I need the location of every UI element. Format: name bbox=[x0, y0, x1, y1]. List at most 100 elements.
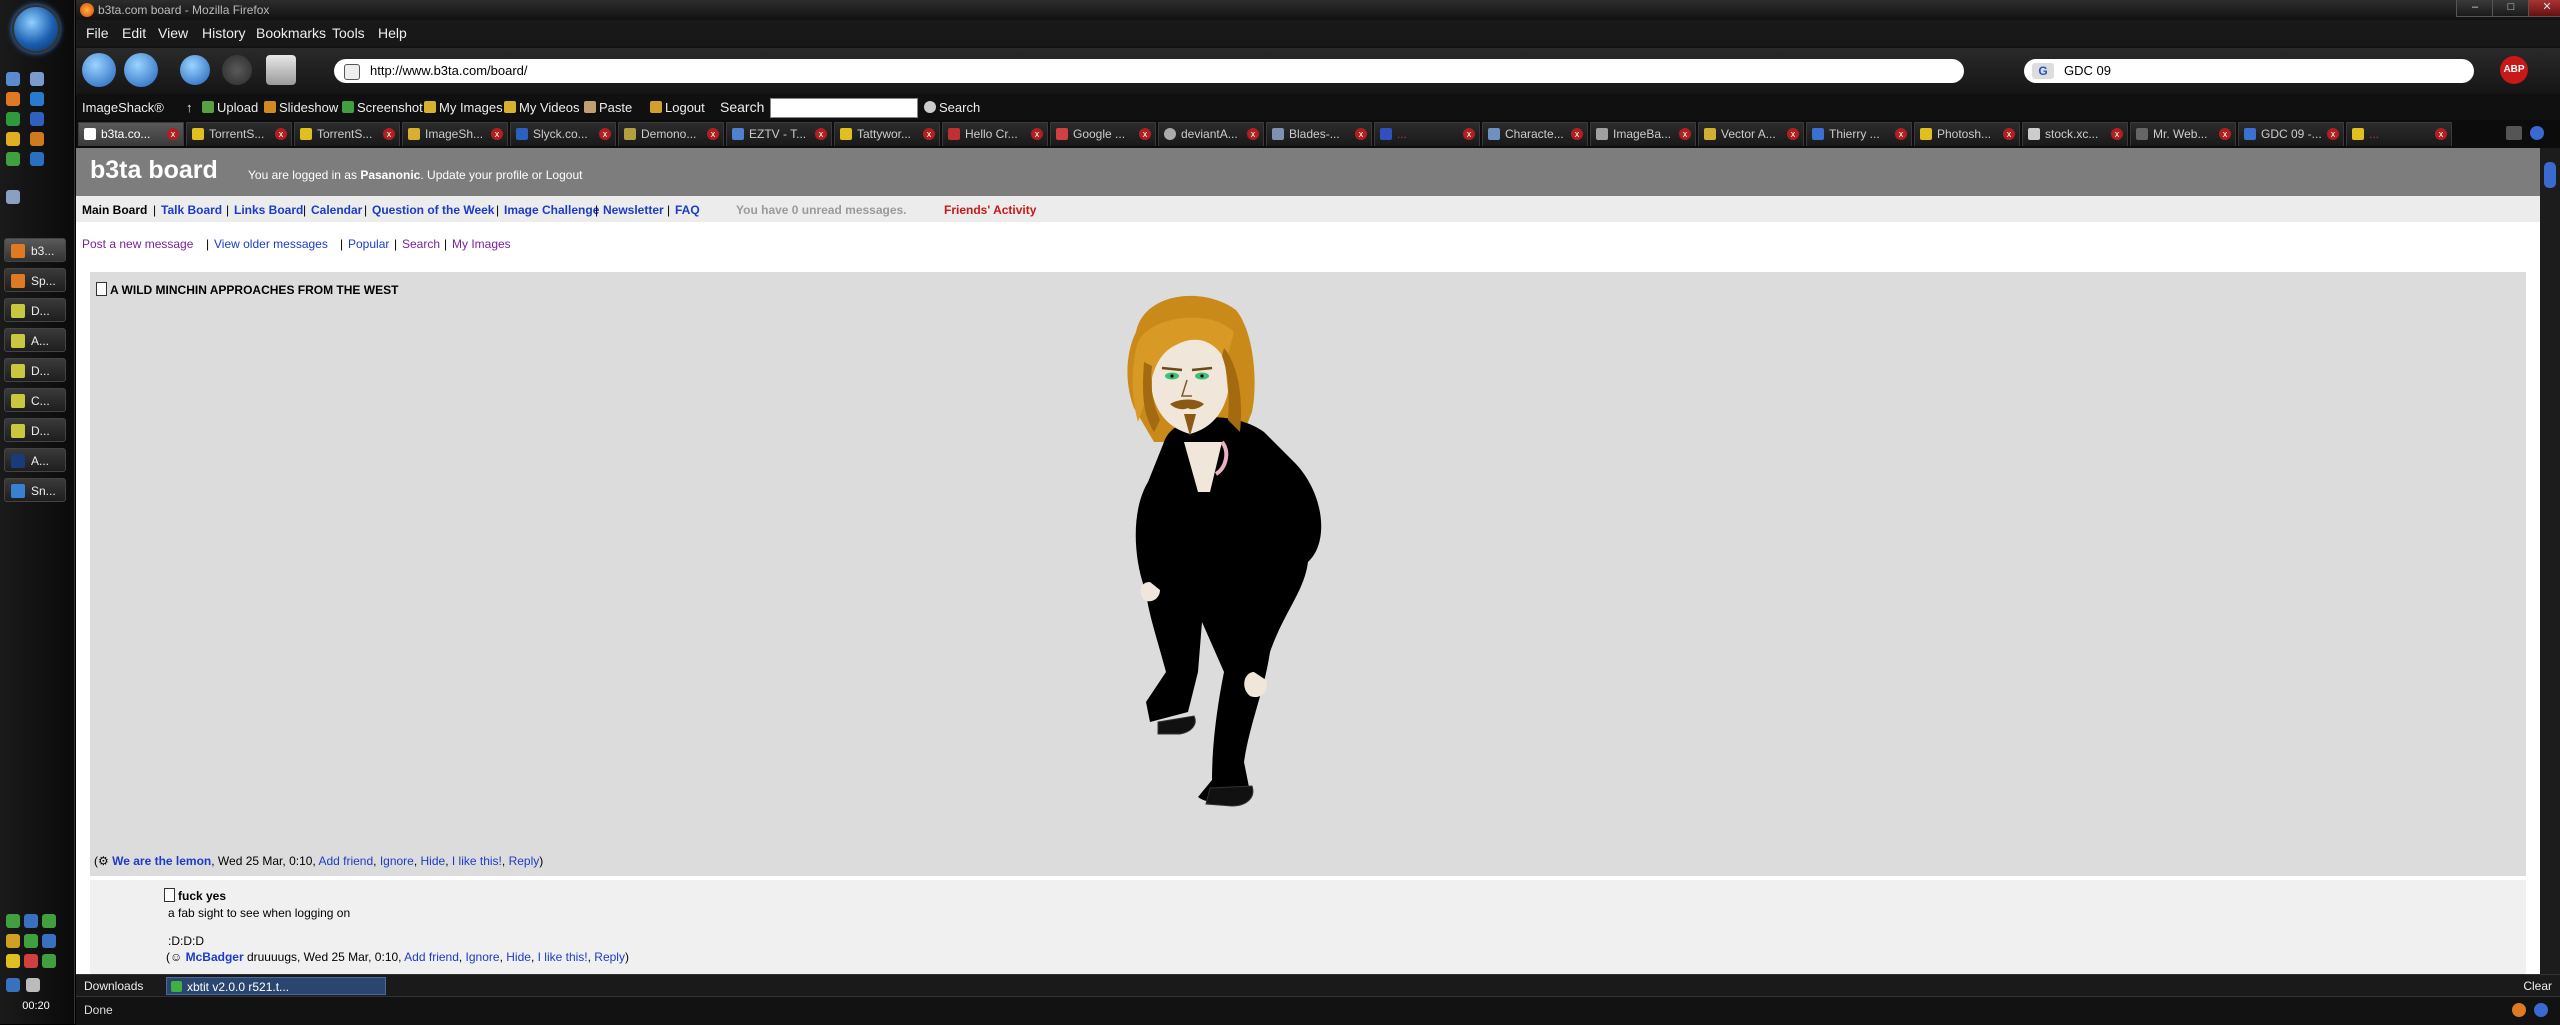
ignore-link[interactable]: Ignore bbox=[380, 854, 414, 868]
add-friend-link[interactable]: Add friend bbox=[318, 854, 373, 868]
tab[interactable]: Thierry ... x bbox=[1806, 122, 1912, 146]
close-tab-icon[interactable]: x bbox=[275, 128, 287, 140]
tab[interactable]: Hello Cr... x bbox=[942, 122, 1048, 146]
nav-faq[interactable]: FAQ bbox=[675, 203, 700, 217]
close-tab-icon[interactable]: x bbox=[1463, 128, 1475, 140]
taskbar-item[interactable]: C... bbox=[4, 388, 66, 412]
close-tab-icon[interactable]: x bbox=[2327, 128, 2339, 140]
tab[interactable]: TorrentS... x bbox=[294, 122, 400, 146]
menu-file[interactable]: File bbox=[86, 25, 109, 41]
nav-main-board[interactable]: Main Board bbox=[82, 203, 147, 217]
popular-link[interactable]: Popular bbox=[348, 237, 389, 251]
my-images-button[interactable]: My Images bbox=[424, 100, 503, 115]
downloads-button[interactable]: Downloads bbox=[84, 979, 143, 993]
tab[interactable]: Blades-... x bbox=[1266, 122, 1372, 146]
ie-icon[interactable] bbox=[30, 92, 44, 106]
desktop-icon[interactable] bbox=[6, 72, 20, 86]
window-switch-icon[interactable] bbox=[30, 72, 44, 86]
status-icon[interactable] bbox=[2534, 1003, 2548, 1017]
tab-list-icon[interactable] bbox=[2530, 126, 2544, 140]
reload-button[interactable] bbox=[180, 55, 210, 85]
reply-link[interactable]: Reply bbox=[509, 854, 540, 868]
reply-link[interactable]: Reply bbox=[594, 950, 625, 964]
home-button[interactable] bbox=[266, 55, 296, 85]
close-tab-icon[interactable]: x bbox=[1787, 128, 1799, 140]
back-button[interactable] bbox=[82, 53, 116, 87]
menu-tools[interactable]: Tools bbox=[332, 25, 365, 41]
taskbar-item[interactable]: D... bbox=[4, 418, 66, 442]
close-tab-icon[interactable]: x bbox=[1247, 128, 1259, 140]
taskbar-item[interactable]: Sn... bbox=[4, 478, 66, 502]
nav-question-of-the-week[interactable]: Question of the Week bbox=[372, 203, 494, 217]
tray-icon[interactable] bbox=[6, 934, 20, 948]
my-images-link[interactable]: My Images bbox=[452, 237, 511, 251]
spreadsheet-icon[interactable] bbox=[6, 112, 20, 126]
post-author-link[interactable]: We are the lemon bbox=[112, 854, 211, 868]
tab[interactable]: Demono... x bbox=[618, 122, 724, 146]
network-icon[interactable] bbox=[6, 978, 20, 992]
close-tab-icon[interactable]: x bbox=[923, 128, 935, 140]
tab[interactable]: ImageBa... x bbox=[1590, 122, 1696, 146]
taskbar-item[interactable]: Sp... bbox=[4, 268, 66, 292]
folder-icon[interactable] bbox=[6, 190, 20, 204]
tray-icon[interactable] bbox=[24, 914, 38, 928]
close-tab-icon[interactable]: x bbox=[1355, 128, 1367, 140]
taskbar-item[interactable]: D... bbox=[4, 358, 66, 382]
new-tab-icon[interactable] bbox=[2506, 126, 2522, 140]
tab[interactable]: Mr. Web... x bbox=[2130, 122, 2236, 146]
tray-icon[interactable] bbox=[24, 934, 38, 948]
hide-link[interactable]: Hide bbox=[506, 950, 531, 964]
menu-history[interactable]: History bbox=[202, 25, 246, 41]
tab[interactable]: Photosh... x bbox=[1914, 122, 2020, 146]
taskbar-item[interactable]: D... bbox=[4, 298, 66, 322]
google-icon[interactable]: G bbox=[2032, 63, 2054, 79]
nav-newsletter[interactable]: Newsletter bbox=[603, 203, 664, 217]
address-bar[interactable]: http://www.b3ta.com/board/ bbox=[334, 59, 1964, 83]
nav-talk-board[interactable]: Talk Board bbox=[161, 203, 222, 217]
close-tab-icon[interactable]: x bbox=[1139, 128, 1151, 140]
imageshack-label[interactable]: ImageShack® bbox=[82, 100, 164, 115]
menu-bookmarks[interactable]: Bookmarks bbox=[256, 25, 326, 41]
bookmark-search-button[interactable]: Search bbox=[924, 100, 980, 115]
close-tab-icon[interactable]: x bbox=[1895, 128, 1907, 140]
tab[interactable]: stock.xc... x bbox=[2022, 122, 2128, 146]
username[interactable]: Pasanonic bbox=[360, 168, 420, 182]
taskbar-item[interactable]: A... bbox=[4, 448, 66, 472]
close-tab-icon[interactable]: x bbox=[1031, 128, 1043, 140]
taskbar-item[interactable]: A... bbox=[4, 328, 66, 352]
bookmark-search-input[interactable] bbox=[770, 98, 918, 118]
scroll-thumb[interactable] bbox=[2544, 162, 2556, 188]
app-icon[interactable] bbox=[30, 152, 44, 166]
screenshot-button[interactable]: Screenshot bbox=[342, 100, 423, 115]
like-link[interactable]: I like this! bbox=[538, 950, 588, 964]
arrow-icon[interactable]: ↑ bbox=[186, 100, 193, 115]
clock[interactable]: 00:20 bbox=[8, 1000, 64, 1012]
upload-button[interactable]: Upload bbox=[202, 100, 258, 115]
search-bar[interactable]: G GDC 09 bbox=[2024, 59, 2474, 83]
my-videos-button[interactable]: My Videos bbox=[504, 100, 579, 115]
post-new-message-link[interactable]: Post a new message bbox=[82, 237, 193, 251]
nav-friends-activity[interactable]: Friends' Activity bbox=[944, 203, 1036, 217]
close-icon[interactable]: ✕ bbox=[2528, 0, 2560, 17]
view-older-messages-link[interactable]: View older messages bbox=[214, 237, 328, 251]
tray-icon[interactable] bbox=[42, 934, 56, 948]
slideshow-button[interactable]: Slideshow bbox=[264, 100, 338, 115]
close-tab-icon[interactable]: x bbox=[815, 128, 827, 140]
post-image[interactable] bbox=[1094, 292, 1394, 832]
volume-icon[interactable] bbox=[26, 978, 40, 992]
tray-icon[interactable] bbox=[6, 954, 20, 968]
paste-button[interactable]: Paste bbox=[584, 100, 632, 115]
tab[interactable]: Vector A... x bbox=[1698, 122, 1804, 146]
close-tab-icon[interactable]: x bbox=[383, 128, 395, 140]
tab[interactable]: ... x bbox=[2346, 122, 2452, 146]
tab[interactable]: ImageSh... x bbox=[402, 122, 508, 146]
nav-image-challenge[interactable]: Image Challenge bbox=[504, 203, 599, 217]
logout-button[interactable]: Logout bbox=[650, 100, 705, 115]
minimize-icon[interactable]: – bbox=[2456, 0, 2494, 17]
tab[interactable]: ... x bbox=[1374, 122, 1480, 146]
adblock-button[interactable]: ABP bbox=[2500, 56, 2528, 84]
close-tab-icon[interactable]: x bbox=[2003, 128, 2015, 140]
close-tab-icon[interactable]: x bbox=[491, 128, 503, 140]
start-button[interactable] bbox=[12, 5, 60, 53]
tab-b3ta[interactable]: b3ta.co... x bbox=[78, 122, 184, 146]
